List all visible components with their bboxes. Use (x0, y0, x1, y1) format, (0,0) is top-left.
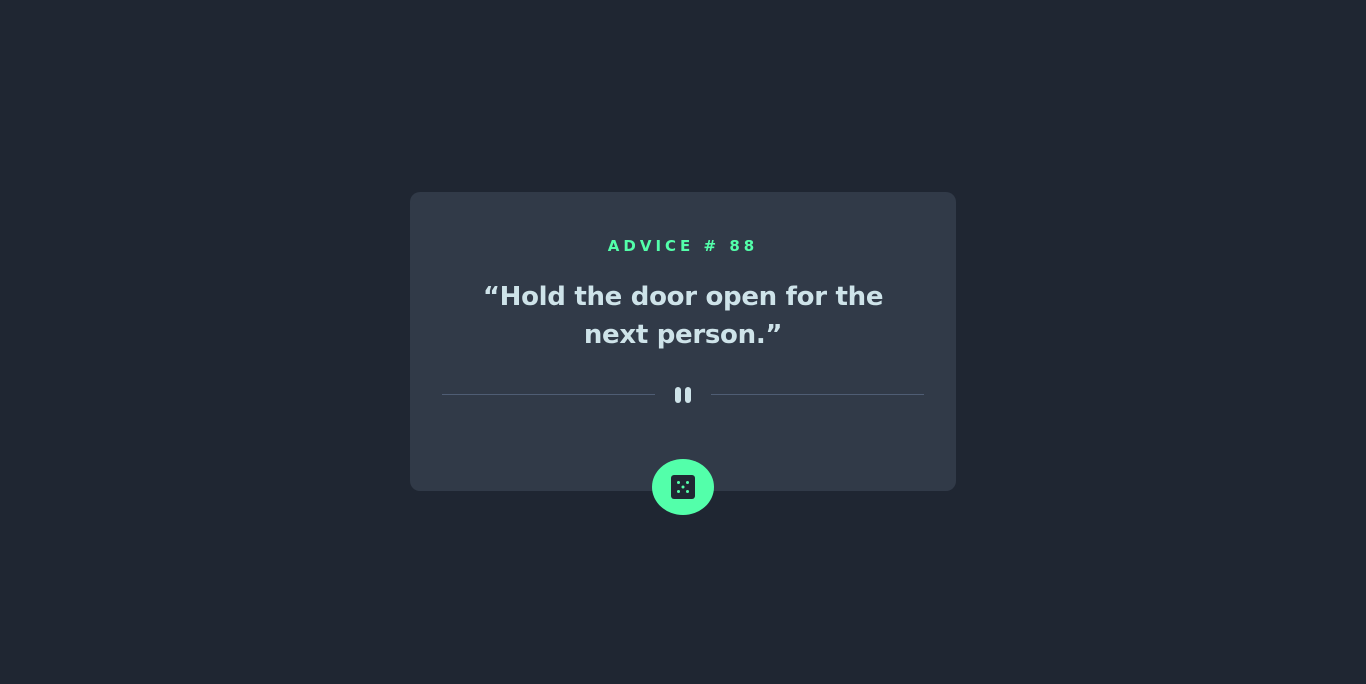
new-advice-button[interactable] (652, 459, 714, 515)
page: ADVICE # 88 “Hold the door open for the … (0, 0, 1366, 684)
dice-icon (671, 475, 695, 499)
pause-icon (675, 387, 691, 403)
divider-line-right (711, 394, 924, 395)
divider-line-left (442, 394, 655, 395)
advice-number: ADVICE # 88 (607, 237, 759, 255)
advice-quote: “Hold the door open for the next person.… (482, 282, 884, 350)
advice-card: ADVICE # 88 “Hold the door open for the … (410, 192, 956, 491)
divider (442, 384, 924, 404)
